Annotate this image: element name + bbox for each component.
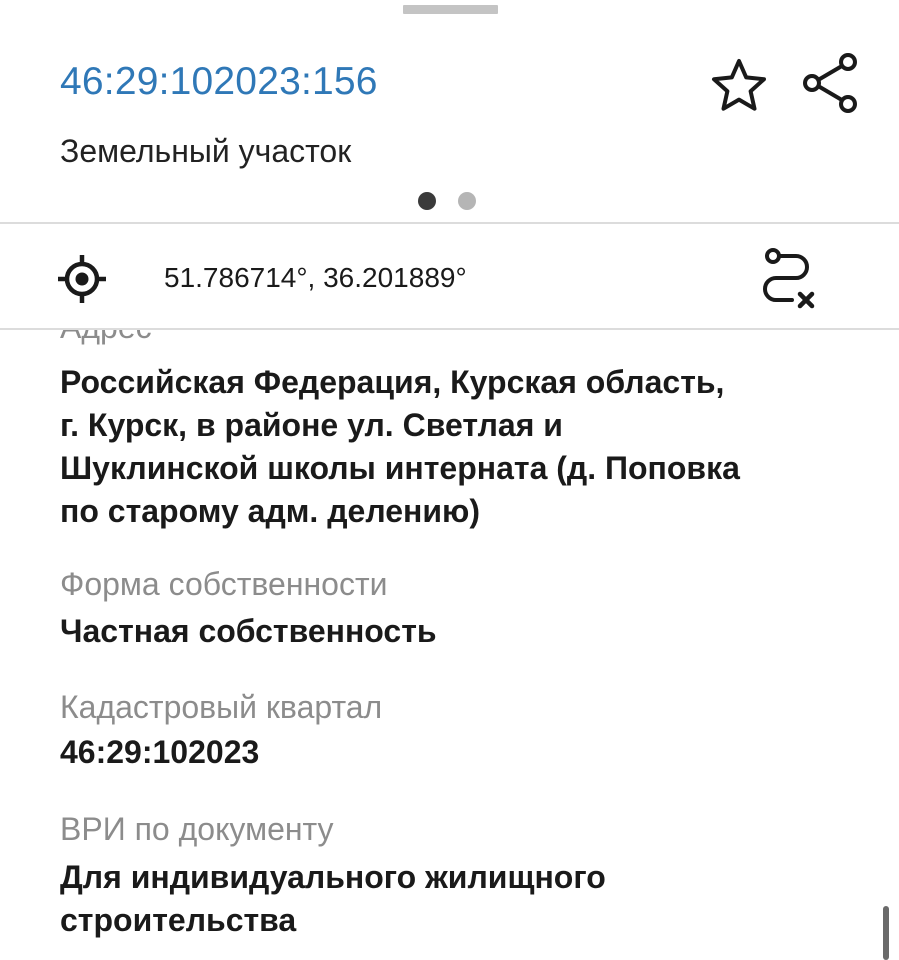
- details-panel[interactable]: Адрес Российская Федерация, Курская обла…: [0, 330, 899, 960]
- share-button[interactable]: [800, 52, 862, 114]
- permitted-use-value: Для индивидуального жилищного строительс…: [60, 856, 606, 942]
- permitted-use-line: Для индивидуального жилищного: [60, 859, 606, 895]
- cadastral-number-title: 46:29:102023:156: [60, 60, 378, 103]
- page-dot-1[interactable]: [418, 192, 436, 210]
- address-value: Российская Федерация, Курская область, г…: [60, 361, 740, 533]
- ownership-value: Частная собственность: [60, 613, 437, 649]
- permitted-use-line: строительства: [60, 902, 297, 938]
- coordinates-text[interactable]: 51.786714°, 36.201889°: [164, 262, 467, 294]
- address-line: Шуклинской школы интерната (д. Поповка: [60, 450, 740, 486]
- target-icon[interactable]: [56, 253, 108, 305]
- route-cancel-icon[interactable]: [758, 246, 820, 312]
- divider: [0, 222, 899, 224]
- address-line: г. Курск, в районе ул. Светлая и: [60, 407, 563, 443]
- address-line: Российская Федерация, Курская область,: [60, 364, 725, 400]
- permitted-use-label: ВРИ по документу: [60, 811, 334, 847]
- scrollbar[interactable]: [883, 906, 889, 960]
- drag-handle[interactable]: [403, 5, 498, 14]
- quarter-value[interactable]: 46:29:102023: [60, 731, 259, 774]
- page-indicator: [418, 192, 476, 210]
- address-label: Адрес: [60, 330, 152, 346]
- favorite-button[interactable]: [708, 54, 770, 116]
- coordinates-row: 51.786714°, 36.201889°: [0, 226, 899, 328]
- quarter-label: Кадастровый квартал: [60, 689, 383, 725]
- page-dot-2[interactable]: [458, 192, 476, 210]
- object-type: Земельный участок: [60, 133, 352, 169]
- share-icon: [803, 53, 857, 113]
- star-icon: [712, 59, 766, 111]
- address-line: по старому адм. делению): [60, 493, 480, 529]
- ownership-label: Форма собственности: [60, 566, 388, 602]
